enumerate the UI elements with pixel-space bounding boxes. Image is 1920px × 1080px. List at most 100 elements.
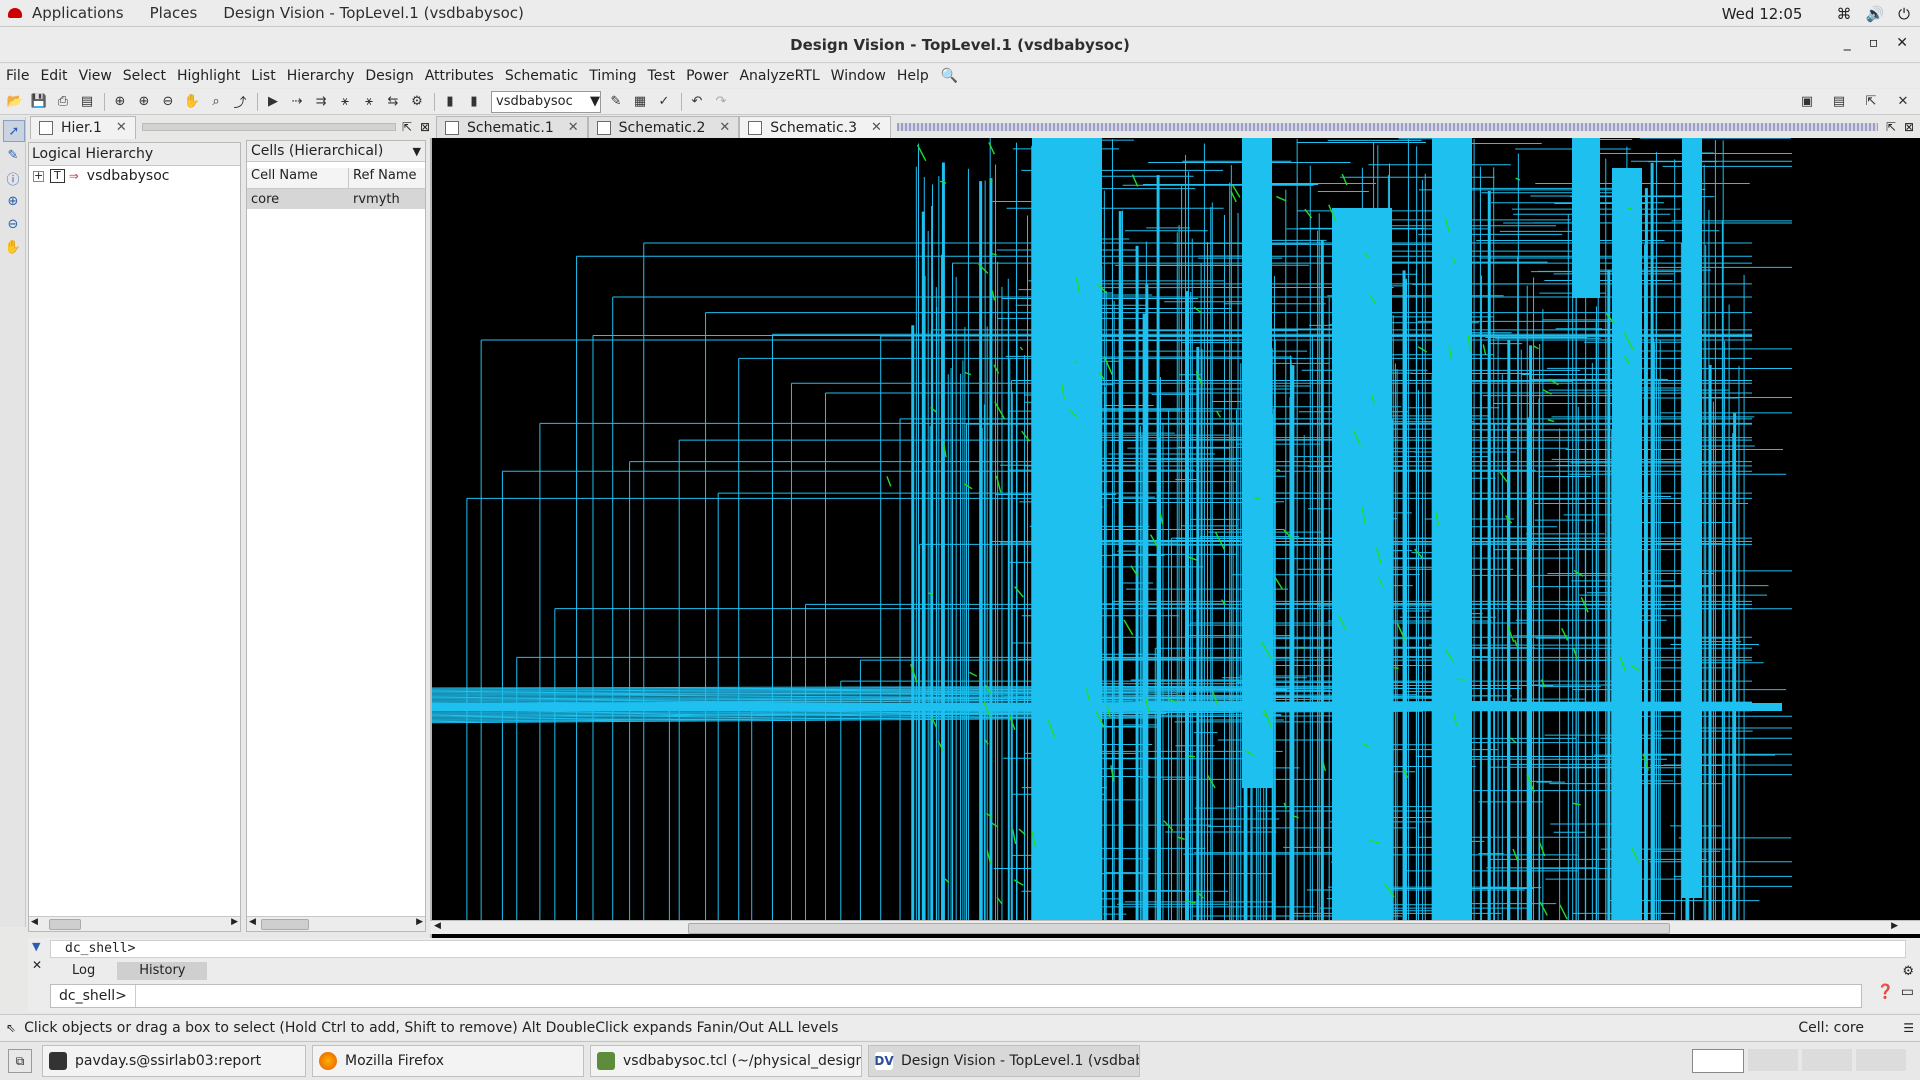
schematic-wire[interactable]	[939, 180, 947, 184]
undock-icon[interactable]: ⇱	[1862, 93, 1880, 111]
schematic-canvas[interactable]	[430, 138, 1920, 938]
table-row[interactable]: core rvmyth	[247, 189, 425, 209]
help-icon[interactable]: ❓	[1877, 984, 1894, 1000]
scroll-thumb[interactable]	[688, 923, 1670, 934]
create-schematic-icon[interactable]: ▶	[264, 93, 282, 111]
schematic-cell-block[interactable]	[1682, 138, 1702, 898]
menu-view[interactable]: View	[78, 68, 113, 84]
horizontal-scrollbar[interactable]: ◀ ▶	[247, 916, 425, 931]
back-icon[interactable]: ↶	[688, 93, 706, 111]
hier-up-icon[interactable]: ⇆	[384, 93, 402, 111]
schematic-cell-block[interactable]	[1032, 138, 1102, 920]
menu-window[interactable]: Window	[830, 68, 887, 84]
schematic-wire[interactable]	[1274, 577, 1284, 590]
compile-icon[interactable]: ▦	[631, 93, 649, 111]
list-icon[interactable]: ☰	[1903, 1021, 1914, 1035]
schematic-wire[interactable]	[1276, 195, 1287, 202]
col-header-ref-name[interactable]: Ref Name	[349, 168, 425, 188]
clock[interactable]: Wed 12:05	[1722, 5, 1803, 23]
menu-timing[interactable]: Timing	[588, 68, 637, 84]
zoom-in-icon[interactable]: ⊕	[135, 93, 153, 111]
schematic-wire[interactable]	[1012, 829, 1017, 845]
print-icon[interactable]: ⎙	[54, 93, 72, 111]
tree-item-root[interactable]: + T ⇒ vsdbabysoc	[29, 166, 240, 186]
schematic-wire[interactable]	[995, 475, 1002, 493]
schematic-wire[interactable]	[1572, 802, 1581, 806]
menu-analyzertl[interactable]: AnalyzeRTL	[738, 68, 820, 84]
close-icon[interactable]: ✕	[719, 120, 730, 135]
workspace-4[interactable]	[1856, 1049, 1906, 1071]
applications-menu[interactable]: Applications	[32, 4, 124, 22]
undock-icon[interactable]: ⇱	[402, 120, 412, 134]
scroll-right-icon[interactable]: ▶	[1891, 921, 1898, 931]
edit-design-icon[interactable]: ✎	[607, 93, 625, 111]
schematic-wire[interactable]	[1499, 471, 1508, 483]
scroll-right-icon[interactable]: ▶	[416, 917, 423, 927]
schematic-wire[interactable]	[1547, 419, 1555, 423]
cells-filter-dropdown[interactable]: Cells (Hierarchical) ▼	[247, 141, 425, 162]
histogram-icon[interactable]: ▮	[441, 93, 459, 111]
schematic-cell-block[interactable]	[1612, 168, 1642, 920]
active-window-title[interactable]: Design Vision - TopLevel.1 (vsdbabysoc)	[223, 4, 524, 22]
schematic-wire[interactable]	[964, 371, 972, 376]
schematic-cell-block[interactable]	[1572, 138, 1600, 298]
tab-history[interactable]: History	[117, 962, 208, 980]
pan-hand-icon[interactable]: ✋	[3, 237, 23, 257]
col-header-cell-name[interactable]: Cell Name	[247, 168, 349, 188]
tile-icon[interactable]: ▤	[1830, 93, 1848, 111]
tab-hier-1[interactable]: Hier.1 ✕	[30, 115, 136, 139]
schematic-wire[interactable]	[1559, 904, 1568, 920]
schematic-cell-block[interactable]	[1332, 208, 1392, 920]
maximize-button[interactable]: ▫	[1869, 35, 1879, 51]
schematic-wire[interactable]	[1186, 755, 1196, 758]
pan-icon[interactable]: ✋	[183, 93, 201, 111]
workspace-1[interactable]	[1692, 1049, 1744, 1073]
tab-schematic-1[interactable]: Schematic.1 ✕	[436, 115, 588, 139]
close-button[interactable]: ✕	[1896, 35, 1908, 51]
close-icon[interactable]: ✕	[568, 120, 579, 135]
design-select[interactable]: vsdbabysoc ▼	[491, 90, 601, 113]
tab-schematic-2[interactable]: Schematic.2 ✕	[587, 115, 740, 139]
task-design-vision[interactable]: DV Design Vision - TopLevel.1 (vsdbaby..…	[868, 1045, 1140, 1077]
path-icon[interactable]: ⚹	[336, 93, 354, 111]
scroll-left-icon[interactable]: ◀	[31, 917, 38, 927]
network-icon[interactable]: ⌘	[1836, 5, 1851, 23]
close-icon[interactable]: ✕	[32, 958, 42, 972]
schematic-wire[interactable]	[886, 476, 892, 487]
schematic-wire[interactable]	[1293, 815, 1299, 819]
zoom-out-icon[interactable]: ⊖	[3, 214, 23, 234]
task-firefox[interactable]: Mozilla Firefox	[312, 1045, 584, 1077]
collapse-icon[interactable]: ▼	[32, 940, 40, 953]
undock-icon[interactable]: ⇱	[1886, 120, 1896, 134]
horizontal-scrollbar[interactable]: ◀ ▶	[29, 916, 240, 931]
layout-icon[interactable]: ▣	[1798, 93, 1816, 111]
maximize-icon[interactable]: ⊠	[420, 120, 430, 134]
schematic-wire[interactable]	[991, 822, 998, 828]
schematic-wire[interactable]	[1627, 207, 1632, 210]
collapse-icon[interactable]: ⚙	[408, 93, 426, 111]
menu-file[interactable]: File	[5, 68, 30, 84]
window-icon[interactable]: ▭	[1901, 984, 1914, 1000]
select-arrow-icon[interactable]: ➚	[3, 120, 25, 142]
menu-schematic[interactable]: Schematic	[504, 68, 579, 84]
scroll-right-icon[interactable]: ▶	[231, 917, 238, 927]
schematic-wire[interactable]	[1276, 468, 1281, 472]
fanout-icon[interactable]: ⇉	[312, 93, 330, 111]
schematic-wire[interactable]	[1515, 177, 1521, 181]
menu-edit[interactable]: Edit	[39, 68, 68, 84]
zoom-fit-icon[interactable]: ⊕	[111, 93, 129, 111]
schematic-wire[interactable]	[1482, 344, 1487, 355]
gear-icon[interactable]: ⚙	[1902, 964, 1914, 979]
zoom-out-icon[interactable]: ⊖	[159, 93, 177, 111]
minimize-button[interactable]: _	[1844, 35, 1851, 51]
schematic-wire[interactable]	[1207, 774, 1216, 789]
menu-design[interactable]: Design	[364, 68, 414, 84]
scroll-left-icon[interactable]: ◀	[434, 921, 441, 931]
schematic-cell-block[interactable]	[1432, 138, 1472, 920]
zoom-in-icon[interactable]: ⊕	[3, 191, 23, 211]
search-icon[interactable]: 🔍	[940, 68, 959, 84]
info-icon[interactable]: ⓘ	[3, 168, 23, 188]
slack-histogram-icon[interactable]: ▮	[465, 93, 483, 111]
tab-log[interactable]: Log	[50, 962, 118, 980]
workspace-3[interactable]	[1802, 1049, 1852, 1071]
